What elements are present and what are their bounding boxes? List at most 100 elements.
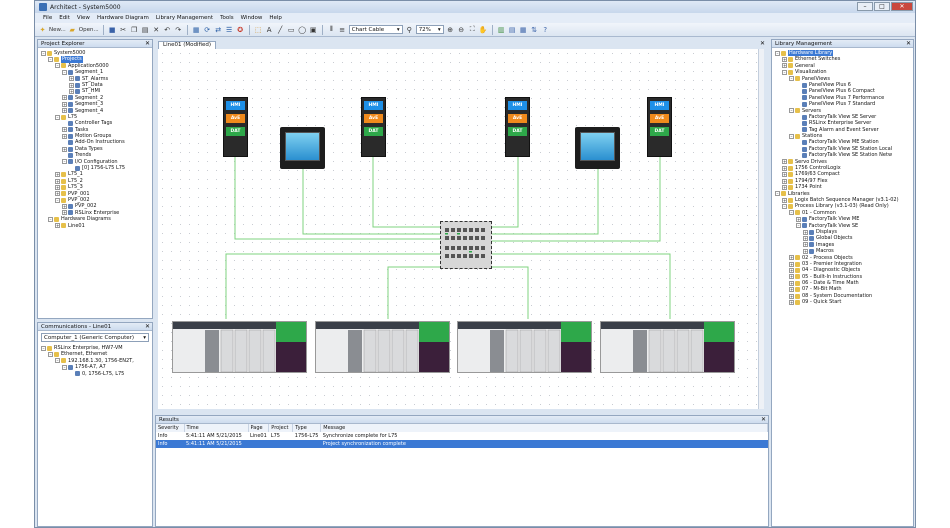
- expand-icon[interactable]: +: [782, 57, 787, 63]
- properties-icon[interactable]: ☰: [225, 25, 234, 35]
- paste-icon[interactable]: ▤: [141, 25, 150, 35]
- explorer-icon[interactable]: ▤: [508, 25, 517, 35]
- panel-close-icon[interactable]: ✕: [145, 323, 150, 331]
- expand-icon[interactable]: +: [796, 216, 801, 222]
- expand-icon[interactable]: +: [789, 299, 794, 305]
- menu-file[interactable]: File: [43, 15, 52, 21]
- expand-icon[interactable]: +: [789, 267, 794, 273]
- collapse-icon[interactable]: –: [789, 133, 794, 139]
- col-severity[interactable]: Severity: [156, 424, 185, 432]
- open-folder-icon[interactable]: ▰: [68, 25, 77, 35]
- undo-icon[interactable]: ↶: [163, 25, 172, 35]
- expand-icon[interactable]: +: [782, 63, 787, 69]
- help-icon[interactable]: ?: [541, 25, 550, 35]
- menu-view[interactable]: View: [77, 15, 90, 21]
- expand-icon[interactable]: +: [789, 274, 794, 280]
- project-tree-node[interactable]: + Line01: [41, 223, 152, 229]
- expand-icon[interactable]: +: [62, 204, 67, 210]
- expand-icon[interactable]: +: [62, 127, 67, 133]
- col-time[interactable]: Time: [184, 424, 249, 432]
- collapse-icon[interactable]: –: [796, 223, 801, 229]
- delete-icon[interactable]: ✕: [152, 25, 161, 35]
- table-row[interactable]: Info 5:41:11 AM 5/21/2015 Line01 L75 175…: [156, 432, 768, 440]
- collapse-icon[interactable]: –: [41, 345, 46, 351]
- collapse-icon[interactable]: –: [789, 210, 794, 216]
- menu-help[interactable]: Help: [269, 15, 282, 21]
- col-message[interactable]: Message: [320, 424, 768, 432]
- validate-icon[interactable]: ✪: [236, 25, 245, 35]
- expand-icon[interactable]: +: [803, 229, 808, 235]
- collapse-icon[interactable]: –: [48, 216, 53, 222]
- expand-icon[interactable]: +: [55, 223, 60, 229]
- expand-icon[interactable]: +: [69, 82, 74, 88]
- image-icon[interactable]: ▣: [309, 25, 318, 35]
- expand-icon[interactable]: +: [62, 101, 67, 107]
- tab-line01[interactable]: Line01 (Modified): [158, 41, 216, 49]
- expand-icon[interactable]: +: [55, 184, 60, 190]
- collapse-icon[interactable]: –: [55, 114, 60, 120]
- menu-library-management[interactable]: Library Management: [156, 15, 213, 21]
- expand-icon[interactable]: +: [782, 165, 787, 171]
- panel-close-icon[interactable]: ✕: [906, 40, 911, 48]
- collapse-icon[interactable]: –: [775, 50, 780, 56]
- text-icon[interactable]: A: [265, 25, 274, 35]
- close-button[interactable]: ✕: [891, 2, 913, 11]
- zoom-out-icon[interactable]: ⊖: [457, 25, 466, 35]
- menu-window[interactable]: Window: [241, 15, 263, 21]
- col-page[interactable]: Page: [248, 424, 270, 432]
- redo-icon[interactable]: ↷: [174, 25, 183, 35]
- ethernet-switch[interactable]: [440, 221, 492, 269]
- new-icon[interactable]: ✦: [38, 25, 47, 35]
- collapse-icon[interactable]: –: [55, 63, 60, 69]
- controller-chassis-4[interactable]: [600, 321, 735, 373]
- hardware-diagram-canvas[interactable]: HMI AvE DAT HMI AvE DAT HMI AvE DAT HMI …: [158, 49, 764, 409]
- controller-chassis-1[interactable]: [172, 321, 307, 373]
- panel-close-icon[interactable]: ✕: [761, 416, 766, 424]
- expand-icon[interactable]: +: [789, 255, 794, 261]
- open-button[interactable]: Open...: [79, 25, 99, 35]
- panel-close-icon[interactable]: ✕: [145, 40, 150, 48]
- expand-icon[interactable]: +: [62, 133, 67, 139]
- new-button[interactable]: New...: [49, 25, 66, 35]
- library-icon[interactable]: ▥: [497, 25, 506, 35]
- expand-icon[interactable]: +: [782, 172, 787, 178]
- col-type[interactable]: Type: [292, 424, 322, 432]
- expand-icon[interactable]: +: [803, 242, 808, 248]
- menu-edit[interactable]: Edit: [59, 15, 70, 21]
- hand-icon[interactable]: ✋: [479, 25, 488, 35]
- vertical-scrollbar[interactable]: [758, 49, 764, 409]
- expand-icon[interactable]: +: [782, 159, 787, 165]
- expand-icon[interactable]: +: [782, 197, 787, 203]
- computer-select[interactable]: Computer_1 (Generic Computer) ▾: [41, 333, 149, 342]
- collapse-icon[interactable]: –: [55, 358, 60, 364]
- collapse-icon[interactable]: –: [62, 364, 67, 370]
- panelview-terminal-1[interactable]: [280, 127, 325, 169]
- rectangle-icon[interactable]: ▭: [287, 25, 296, 35]
- cut-icon[interactable]: ✂: [119, 25, 128, 35]
- expand-icon[interactable]: +: [69, 76, 74, 82]
- controller-chassis-3[interactable]: [457, 321, 592, 373]
- collapse-icon[interactable]: –: [55, 197, 60, 203]
- collapse-icon[interactable]: –: [775, 191, 780, 197]
- maximize-button[interactable]: □: [874, 2, 890, 11]
- expand-icon[interactable]: +: [789, 280, 794, 286]
- expand-icon[interactable]: +: [789, 261, 794, 267]
- minimize-button[interactable]: –: [857, 2, 873, 11]
- zoom-in-icon[interactable]: ⊕: [446, 25, 455, 35]
- copy-icon[interactable]: ❐: [130, 25, 139, 35]
- expand-icon[interactable]: +: [782, 178, 787, 184]
- expand-icon[interactable]: +: [789, 287, 794, 293]
- sync-icon[interactable]: ⟳: [203, 25, 212, 35]
- ellipse-icon[interactable]: ◯: [298, 25, 307, 35]
- expand-icon[interactable]: +: [69, 89, 74, 95]
- expand-icon[interactable]: +: [803, 248, 808, 254]
- collapse-icon[interactable]: –: [48, 57, 53, 63]
- collapse-icon[interactable]: –: [782, 69, 787, 75]
- align-icon[interactable]: ⫴: [327, 25, 336, 35]
- expand-icon[interactable]: +: [55, 178, 60, 184]
- expand-icon[interactable]: +: [62, 210, 67, 216]
- menu-tools[interactable]: Tools: [220, 15, 234, 21]
- collapse-icon[interactable]: –: [789, 76, 794, 82]
- collapse-icon[interactable]: –: [62, 159, 67, 165]
- network-icon[interactable]: ▦: [192, 25, 201, 35]
